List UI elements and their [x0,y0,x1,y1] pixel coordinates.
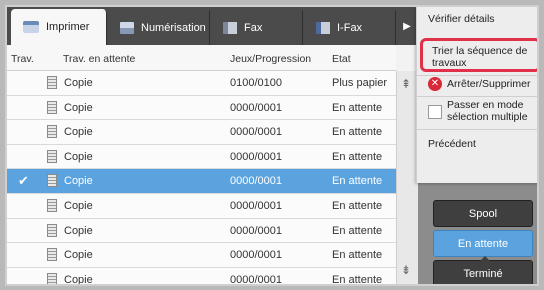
job-state: En attente [332,175,383,188]
ifax-icon [316,21,330,34]
job-progress: 0000/0001 [230,224,282,237]
job-name: Copie [64,273,93,286]
done-label: Terminé [463,267,503,280]
job-table-header: Trav. Trav. en attente Jeux/Progression … [7,45,396,71]
scroll-up-icon[interactable]: ⇞ [401,77,411,91]
col-header-progress: Jeux/Progression [230,53,312,65]
job-progress: 0000/0001 [230,126,282,139]
action-menu: Vérifier détails Trier la séquence de tr… [416,7,537,183]
job-name: Copie [64,101,93,114]
menu-item-stop[interactable]: Arrêter/Supprimer [417,78,537,90]
tab-ifax-label: I-Fax [337,21,363,34]
copy-job-icon [47,149,57,163]
copy-job-icon [47,272,57,284]
job-name: Copie [64,150,93,163]
menu-divider [417,75,537,76]
copy-job-icon [47,174,57,188]
spool-label: Spool [468,207,498,220]
copy-job-icon [47,125,57,139]
copy-job-icon [47,223,57,237]
menu-item-previous[interactable]: Précédent [417,138,537,150]
menu-divider [417,129,537,130]
tab-ifax[interactable]: I-Fax [304,10,396,45]
arrow-notch-icon [480,256,490,261]
col-header-trav: Trav. [11,53,34,65]
table-row[interactable]: Copie 0000/0001 En attente [7,267,396,286]
menu-item-verify[interactable]: Vérifier détails [417,13,537,37]
job-name: Copie [64,175,93,188]
waiting-label: En attente [457,237,509,250]
menu-item-multi[interactable]: Passer en mode sélection multiple [417,99,537,127]
tab-scan-label: Numérisation [141,21,206,34]
table-row[interactable]: Copie 0000/0001 En attente [7,218,396,244]
fax-icon [223,21,237,34]
table-row[interactable]: Copie 0000/0001 En attente [7,144,396,170]
job-state: En attente [332,199,383,212]
table-row[interactable]: Copie 0000/0001 En attente [7,95,396,121]
scan-icon [120,21,134,34]
job-state: En attente [332,126,383,139]
job-state: En attente [332,224,383,237]
job-name: Copie [64,199,93,212]
printer-icon [23,21,39,33]
copy-job-icon [47,248,57,262]
job-progress: 0000/0001 [230,101,282,114]
job-name: Copie [64,126,93,139]
tab-fax-label: Fax [244,21,263,34]
job-state: En attente [332,150,383,163]
job-name: Copie [64,77,93,89]
menu-item-sort-label: Trier la séquence de travaux [432,45,528,69]
job-progress: 0000/0001 [230,249,282,262]
checkmark-icon: ✔ [18,173,29,189]
job-name: Copie [64,224,93,237]
scroll-down-icon[interactable]: ⇟ [401,263,411,277]
copy-job-icon [47,100,57,114]
tab-scan[interactable]: Numérisation [108,10,210,45]
waiting-button[interactable]: En attente [433,230,533,257]
col-header-waiting: Trav. en attente [63,53,136,65]
list-scrollbar[interactable]: ⇞ ⇟ [396,71,418,284]
tab-print-label: Imprimer [46,21,90,33]
spool-button[interactable]: Spool [433,200,533,227]
table-row[interactable]: Copie 0000/0001 En attente [7,243,396,268]
table-row[interactable]: Copie 0000/0001 En attente [7,193,396,219]
job-progress: 0000/0001 [230,199,282,212]
job-state: En attente [332,101,383,114]
job-progress: 0000/0001 [230,175,282,188]
job-state: En attente [332,273,383,286]
copy-job-icon [47,198,57,212]
col-header-state: Etat [332,53,351,65]
table-row[interactable]: Copie 0000/0001 En attente [7,120,396,145]
job-state: Plus papier [332,77,388,89]
job-state: En attente [332,249,383,262]
job-type-tabs: Imprimer Numérisation Fax I-Fax [7,7,396,45]
table-row[interactable]: Copie 0100/0100 Plus papier [7,71,396,96]
job-progress: 0100/0100 [230,77,282,89]
menu-divider [417,96,537,97]
job-progress: 0000/0001 [230,150,282,163]
job-name: Copie [64,249,93,262]
done-button[interactable]: Terminé [433,256,533,284]
job-list: Copie 0100/0100 Plus papier Copie 0000/0… [7,71,396,286]
tab-fax[interactable]: Fax [211,10,303,45]
job-progress: 0000/0001 [230,273,282,286]
tab-scroll-right-icon[interactable]: ▶ [396,7,418,45]
tab-print[interactable]: Imprimer [11,9,107,45]
copy-job-icon [47,76,57,89]
table-row-selected[interactable]: ✔ Copie 0000/0001 En attente [7,169,396,194]
job-status-screen: Imprimer Numérisation Fax I-Fax ▶ Trav. … [5,5,539,286]
menu-item-sort[interactable]: Trier la séquence de travaux [420,38,537,72]
